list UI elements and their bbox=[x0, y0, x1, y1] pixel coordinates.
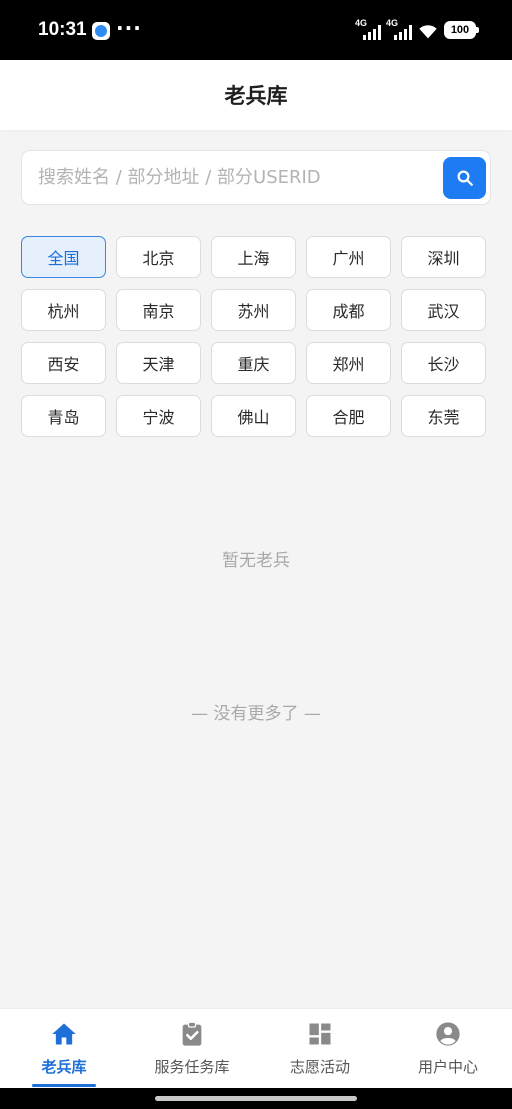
city-chip-hefei[interactable]: 合肥 bbox=[306, 395, 391, 437]
tab-volunteer-activities[interactable]: 志愿活动 bbox=[256, 1009, 384, 1088]
tab-user-center[interactable]: 用户中心 bbox=[384, 1009, 512, 1088]
city-chip-chengdu[interactable]: 成都 bbox=[306, 289, 391, 331]
status-bar: 10:31 ··· 4G 4G 100 bbox=[0, 0, 512, 60]
cellular-signal-icon: 4G bbox=[355, 18, 381, 42]
city-chip-hangzhou[interactable]: 杭州 bbox=[21, 289, 106, 331]
city-chip-suzhou[interactable]: 苏州 bbox=[211, 289, 296, 331]
status-time: 10:31 bbox=[38, 19, 87, 40]
system-nav-area bbox=[0, 1088, 512, 1109]
header: 老兵库 bbox=[0, 60, 512, 130]
search-button[interactable] bbox=[443, 157, 486, 199]
search-icon bbox=[457, 170, 473, 186]
city-chip-zhengzhou[interactable]: 郑州 bbox=[306, 342, 391, 384]
active-tab-indicator bbox=[32, 1084, 96, 1087]
empty-state-text: 暂无老兵 bbox=[222, 551, 290, 571]
dashboard-icon bbox=[309, 1023, 331, 1045]
city-filter-grid: 全国 北京 上海 广州 深圳 杭州 南京 苏州 成都 武汉 西安 天津 重庆 郑… bbox=[21, 236, 487, 437]
home-icon bbox=[52, 1023, 76, 1045]
tab-label: 老兵库 bbox=[41, 1058, 87, 1076]
tab-label: 用户中心 bbox=[417, 1058, 478, 1076]
city-chip-dongguan[interactable]: 东莞 bbox=[401, 395, 486, 437]
clipboard-check-icon bbox=[182, 1021, 202, 1046]
wifi-icon bbox=[419, 25, 437, 39]
battery-icon: 100 bbox=[444, 21, 479, 39]
user-circle-icon bbox=[436, 1022, 460, 1046]
city-chip-xian[interactable]: 西安 bbox=[21, 342, 106, 384]
tab-label: 志愿活动 bbox=[289, 1058, 350, 1076]
city-chip-foshan[interactable]: 佛山 bbox=[211, 395, 296, 437]
city-chip-beijing[interactable]: 北京 bbox=[116, 236, 201, 278]
cellular-signal-icon-2: 4G bbox=[386, 18, 412, 42]
city-chip-shenzhen[interactable]: 深圳 bbox=[401, 236, 486, 278]
city-chip-ningbo[interactable]: 宁波 bbox=[116, 395, 201, 437]
list-end-text: — 没有更多了 — bbox=[191, 704, 321, 724]
city-chip-nanjing[interactable]: 南京 bbox=[116, 289, 201, 331]
city-chip-tianjin[interactable]: 天津 bbox=[116, 342, 201, 384]
search-bar bbox=[21, 150, 491, 205]
page-title: 老兵库 bbox=[224, 84, 288, 108]
city-chip-changsha[interactable]: 长沙 bbox=[401, 342, 486, 384]
city-chip-chongqing[interactable]: 重庆 bbox=[211, 342, 296, 384]
search-input[interactable] bbox=[38, 151, 438, 204]
tab-service-tasks[interactable]: 服务任务库 bbox=[128, 1009, 256, 1088]
city-chip-qingdao[interactable]: 青岛 bbox=[21, 395, 106, 437]
more-notifications-icon: ··· bbox=[116, 16, 142, 40]
status-indicators: 4G 4G 100 bbox=[355, 18, 479, 42]
city-chip-wuhan[interactable]: 武汉 bbox=[401, 289, 486, 331]
tab-veterans[interactable]: 老兵库 bbox=[0, 1009, 128, 1088]
tab-label: 服务任务库 bbox=[154, 1058, 230, 1076]
home-indicator[interactable] bbox=[155, 1096, 357, 1101]
city-chip-guangzhou[interactable]: 广州 bbox=[306, 236, 391, 278]
city-chip-shanghai[interactable]: 上海 bbox=[211, 236, 296, 278]
city-chip-quanguo[interactable]: 全国 bbox=[21, 236, 106, 278]
bottom-tab-bar: 老兵库 服务任务库 志愿活动 用户中心 bbox=[0, 1008, 512, 1088]
app-notification-icon bbox=[92, 22, 110, 40]
